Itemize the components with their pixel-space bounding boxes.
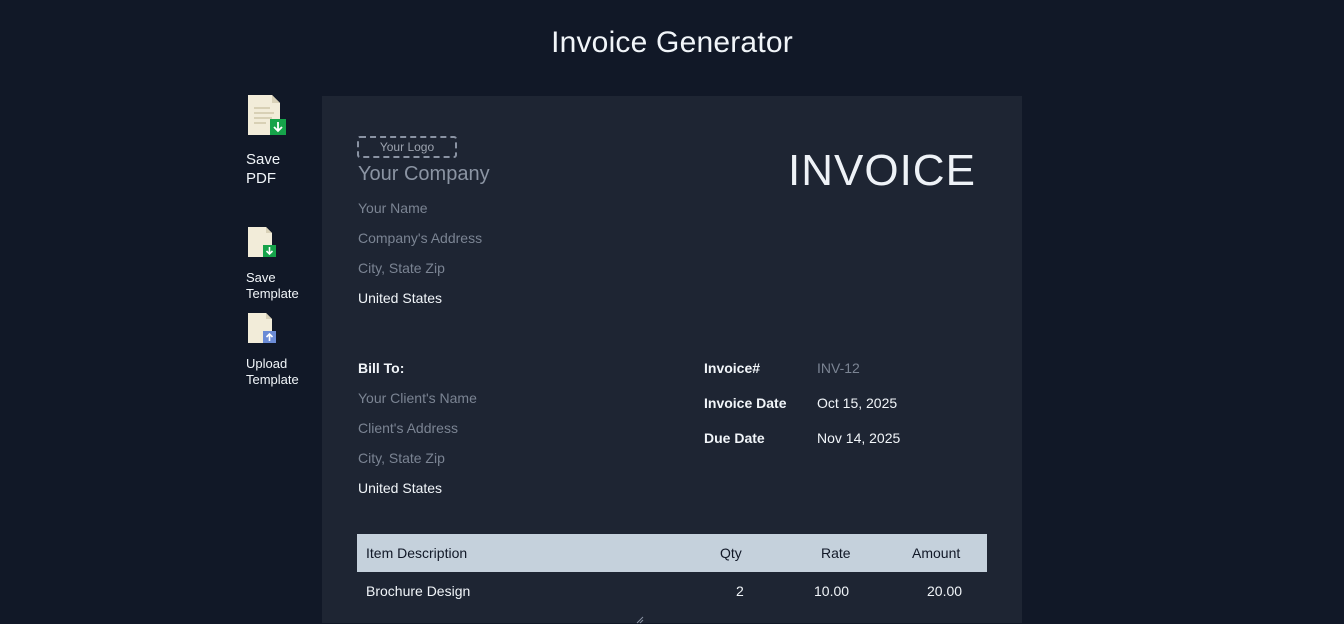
header-qty[interactable]: Qty (720, 545, 742, 561)
company-address-field[interactable]: Company's Address (358, 230, 482, 246)
client-country-select[interactable]: United States (358, 480, 442, 496)
table-row: Brochure Design 2 10.00 20.00 (357, 572, 987, 612)
client-address-field[interactable]: Client's Address (358, 420, 458, 436)
client-city-field[interactable]: City, State Zip (358, 450, 445, 466)
invoice-number-label[interactable]: Invoice# (704, 360, 760, 376)
invoice-panel: Your Logo Your Company Your Name Company… (322, 96, 1022, 624)
company-name-field[interactable]: Your Company (358, 163, 490, 186)
company-country-select[interactable]: United States (358, 290, 442, 306)
item-description-field[interactable]: Brochure Design (366, 583, 470, 599)
upload-template-button[interactable]: Upload Template (246, 312, 299, 388)
save-pdf-label: Save PDF (246, 151, 281, 187)
header-description[interactable]: Item Description (366, 545, 467, 561)
logo-upload[interactable]: Your Logo (357, 136, 457, 158)
document-download-icon (248, 95, 286, 135)
invoice-date-label[interactable]: Invoice Date (704, 395, 786, 411)
item-rate-field[interactable]: 10.00 (814, 583, 849, 599)
save-template-button[interactable]: Save Template (246, 226, 299, 302)
client-name-field[interactable]: Your Client's Name (358, 390, 477, 406)
document-upload-icon (248, 313, 276, 343)
invoice-heading[interactable]: INVOICE (788, 146, 976, 196)
upload-template-label: Upload Template (246, 356, 299, 387)
save-template-label: Save Template (246, 270, 299, 301)
item-amount: 20.00 (927, 583, 963, 599)
bill-to-label[interactable]: Bill To: (358, 360, 404, 376)
page-title: Invoice Generator (551, 26, 793, 59)
invoice-number-field[interactable]: INV-12 (817, 360, 860, 376)
company-city-field[interactable]: City, State Zip (358, 260, 445, 276)
item-qty-field[interactable]: 2 (736, 583, 744, 599)
your-name-field[interactable]: Your Name (358, 200, 428, 216)
due-date-field[interactable]: Nov 14, 2025 (817, 430, 900, 446)
invoice-date-field[interactable]: Oct 15, 2025 (817, 395, 897, 411)
header-rate[interactable]: Rate (821, 545, 851, 561)
due-date-label[interactable]: Due Date (704, 430, 765, 446)
header-amount[interactable]: Amount (912, 545, 960, 561)
items-table-header: Item Description Qty Rate Amount (357, 534, 987, 572)
document-download-icon (248, 227, 276, 257)
save-pdf-button[interactable]: Save PDF (246, 94, 288, 188)
